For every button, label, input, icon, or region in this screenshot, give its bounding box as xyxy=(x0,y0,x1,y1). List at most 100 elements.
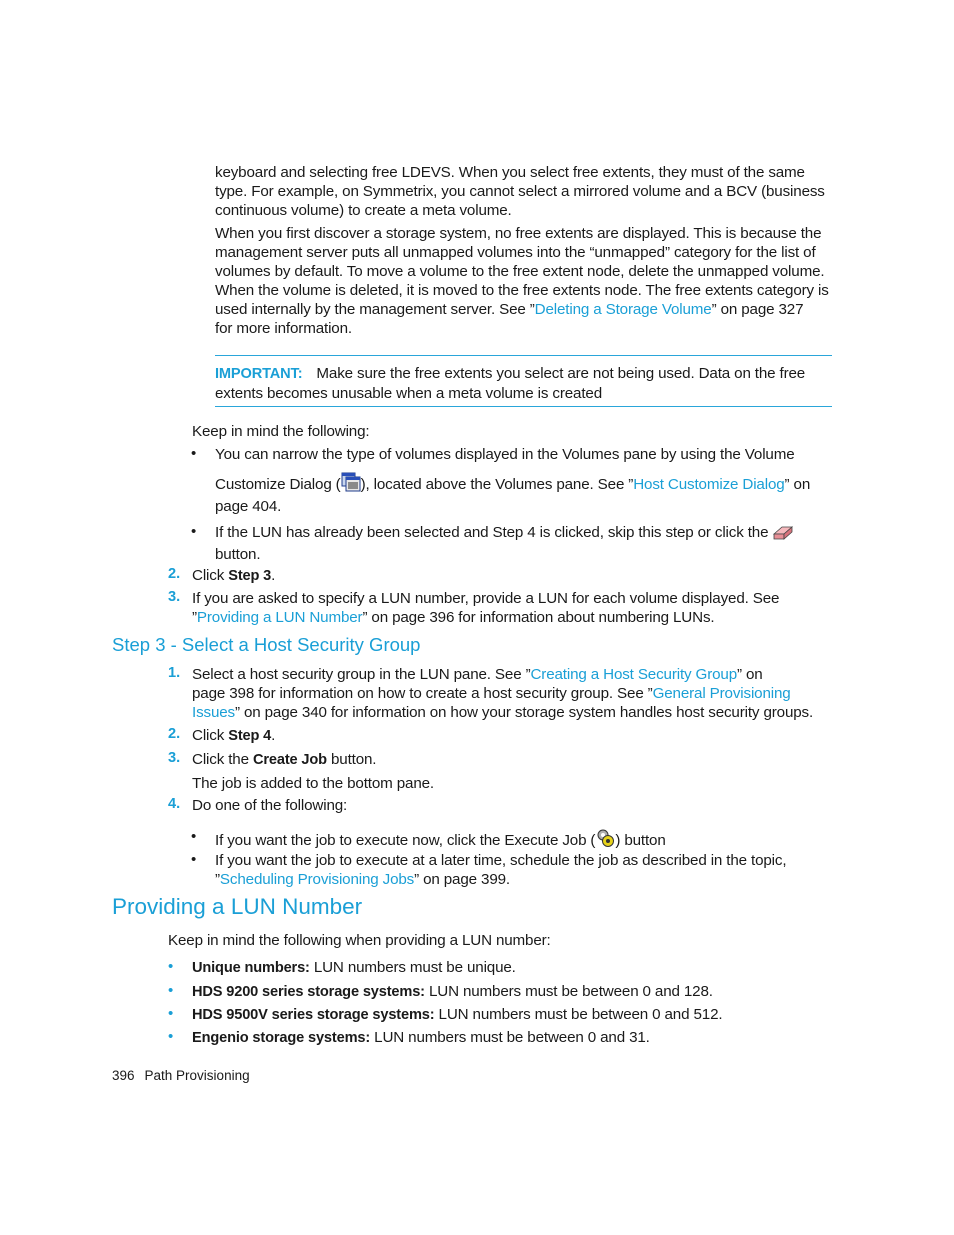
eraser-icon xyxy=(772,524,794,545)
text: ” on xyxy=(784,476,811,493)
text: Select a host security group in the LUN … xyxy=(192,666,531,683)
step-number: 3. xyxy=(168,589,181,605)
text-line: Issues” on page 340 for information on h… xyxy=(192,703,813,722)
text: Make sure the free extents you select ar… xyxy=(316,365,806,382)
step-create-job: Click the Create Job button. The job is … xyxy=(192,750,434,793)
text: . xyxy=(271,567,276,584)
lun-rule-item: Unique numbers: LUN numbers must be uniq… xyxy=(192,958,516,978)
text: Customize Dialog ( xyxy=(215,476,341,493)
text: ) button xyxy=(615,832,666,849)
bullet-marker: • xyxy=(191,445,197,462)
lun-rule-text: LUN numbers must be between 0 and 512. xyxy=(434,1006,723,1023)
lun-rule-label: Engenio storage systems: xyxy=(192,1030,371,1046)
lun-rule-text: LUN numbers must be between 0 and 128. xyxy=(424,983,713,1000)
keep-in-mind-lead: Keep in mind the following: xyxy=(192,423,370,440)
section-heading-step3: Step 3 - Select a Host Security Group xyxy=(112,634,421,655)
bullet-marker: • xyxy=(168,1028,174,1045)
section-heading-providing-lun: Providing a LUN Number xyxy=(112,894,363,919)
text: ” on page 399. xyxy=(414,871,510,888)
text: ), located above the Volumes pane. See ” xyxy=(360,476,634,493)
text: If the LUN has already been selected and… xyxy=(215,524,769,541)
text-line: When the volume is deleted, it is moved … xyxy=(215,282,829,299)
text-line: If you are asked to specify a LUN number… xyxy=(192,590,780,607)
link-general-provisioning-issues[interactable]: Issues xyxy=(192,704,235,721)
bullet-volume-customize: You can narrow the type of volumes displ… xyxy=(215,445,810,516)
step-number: 4. xyxy=(168,796,181,812)
text: Click xyxy=(192,567,229,584)
bullet-marker: • xyxy=(191,828,197,845)
text-line: Select a host security group in the LUN … xyxy=(192,665,813,684)
important-note: IMPORTANT: Make sure the free extents you… xyxy=(215,364,805,403)
bullet-marker: • xyxy=(191,851,197,868)
lun-rule-label: Unique numbers: xyxy=(192,960,310,976)
step-click-step4: Click Step 4. xyxy=(192,726,275,746)
text: button. xyxy=(326,751,377,768)
link-host-customize-dialog[interactable]: Host Customize Dialog xyxy=(633,476,784,493)
lun-rule-label: HDS 9500V series storage systems: xyxy=(192,1007,435,1023)
bullet-execute-later: If you want the job to execute at a late… xyxy=(215,851,787,889)
footer-section-title: Path Provisioning xyxy=(144,1068,250,1083)
bullet-marker: • xyxy=(168,1005,174,1022)
important-top-rule xyxy=(215,355,832,356)
lun-rule-item: HDS 9500V series storage systems: LUN nu… xyxy=(192,1005,723,1025)
lun-lead: Keep in mind the following when providin… xyxy=(168,932,551,949)
step-click-step3: Click Step 3. xyxy=(192,566,275,586)
intro-paragraph-2: When you first discover a storage system… xyxy=(215,224,829,338)
text-line: Click the Create Job button. xyxy=(192,750,434,770)
bullet-marker: • xyxy=(168,982,174,999)
lun-rule-label: HDS 9200 series storage systems: xyxy=(192,984,425,1000)
step-number: 2. xyxy=(168,566,181,582)
text: ” on page 340 for information on how you… xyxy=(235,704,814,721)
text-line: If you want the job to execute at a late… xyxy=(215,852,787,869)
text-line: for more information. xyxy=(215,320,352,337)
lun-rule-text: LUN numbers must be unique. xyxy=(309,959,516,976)
text-line: continuous volume) to create a meta volu… xyxy=(215,202,512,219)
link-scheduling-provisioning-jobs[interactable]: Scheduling Provisioning Jobs xyxy=(220,871,414,888)
link-creating-host-security-group[interactable]: Creating a Host Security Group xyxy=(530,666,737,683)
bullet-marker: • xyxy=(191,523,197,540)
text-line: ”Providing a LUN Number” on page 396 for… xyxy=(192,608,779,627)
text-line: The job is added to the bottom pane. xyxy=(192,775,434,792)
bullet-execute-now: If you want the job to execute now, clic… xyxy=(215,828,666,853)
text: Click the xyxy=(192,751,253,768)
step-specify-lun: If you are asked to specify a LUN number… xyxy=(192,589,779,627)
intro-paragraph-1: keyboard and selecting free LDEVS. When … xyxy=(215,163,825,220)
step-number: 1. xyxy=(168,665,181,681)
important-label: IMPORTANT: xyxy=(215,366,303,382)
text-line: extents becomes unusable when a meta vol… xyxy=(215,385,602,402)
text-line: Customize Dialog ( ), located above the V… xyxy=(215,472,810,497)
text: Click xyxy=(192,727,229,744)
text-line: keyboard and selecting free LDEVS. When … xyxy=(215,164,805,181)
text: ” on page 396 for information about numb… xyxy=(362,609,715,626)
text-line: management server puts all unmapped volu… xyxy=(215,244,816,261)
lun-rule-text: LUN numbers must be between 0 and 31. xyxy=(370,1029,650,1046)
ui-label-step4: Step 4 xyxy=(228,728,272,744)
execute-job-icon xyxy=(595,828,615,853)
text: ” on xyxy=(737,666,763,683)
link-deleting-storage-volume[interactable]: Deleting a Storage Volume xyxy=(535,301,712,318)
text: used internally by the management server… xyxy=(215,301,535,318)
text: . xyxy=(271,727,276,744)
step-number: 3. xyxy=(168,750,181,766)
text-line: If the LUN has already been selected and… xyxy=(215,523,794,545)
link-providing-lun-number[interactable]: Providing a LUN Number xyxy=(197,609,363,626)
text: page 398 for information on how to creat… xyxy=(192,685,653,702)
ui-label-step3: Step 3 xyxy=(228,568,272,584)
link-general-provisioning-issues[interactable]: General Provisioning xyxy=(653,685,791,702)
text-line: ”Scheduling Provisioning Jobs” on page 3… xyxy=(215,870,786,889)
text-line: page 398 for information on how to creat… xyxy=(192,684,813,703)
bullet-lun-selected: If the LUN has already been selected and… xyxy=(215,523,794,564)
important-bottom-rule xyxy=(215,406,832,407)
text-line: type. For example, on Symmetrix, you can… xyxy=(215,183,825,200)
lun-rule-item: Engenio storage systems: LUN numbers mus… xyxy=(192,1028,650,1048)
ui-label-create-job: Create Job xyxy=(252,752,327,768)
lun-rule-item: HDS 9200 series storage systems: LUN num… xyxy=(192,982,713,1002)
page-footer: 396 Path Provisioning xyxy=(112,1068,250,1083)
text: ” on page 327 xyxy=(711,301,804,318)
text-line: page 404. xyxy=(215,498,282,515)
text-line: You can narrow the type of volumes displ… xyxy=(215,446,795,463)
page-number: 396 xyxy=(112,1068,135,1083)
text-line: button. xyxy=(215,546,261,563)
step-select-host-security-group: Select a host security group in the LUN … xyxy=(192,665,813,722)
text: If you want the job to execute now, clic… xyxy=(215,832,596,849)
